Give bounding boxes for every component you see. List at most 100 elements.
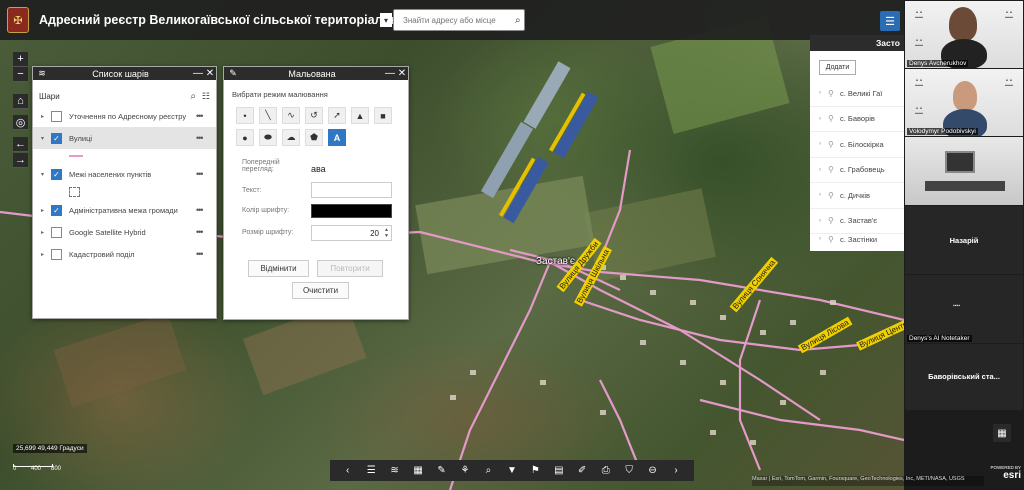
layers-icon[interactable]: ≋	[387, 465, 403, 476]
font-size-input[interactable]: 20 ▲ ▼	[311, 225, 392, 241]
cancel-button[interactable]: Відмінити	[248, 260, 309, 277]
cloud-tool-icon[interactable]: ☁	[282, 129, 300, 146]
font-size-stepper[interactable]: ▲ ▼	[384, 227, 389, 239]
list-item[interactable]: › ⚲ с. Застав'є	[810, 209, 904, 234]
query-icon[interactable]: ⚑	[527, 465, 543, 476]
text-input[interactable]	[311, 182, 392, 198]
expand-arrow-icon[interactable]: ›	[819, 90, 828, 96]
expand-arrow-icon[interactable]: ▸	[41, 229, 49, 236]
more-options-icon[interactable]: •••	[196, 111, 216, 121]
home-icon[interactable]: ⌂	[13, 94, 28, 109]
point-tool-icon[interactable]: •	[236, 107, 254, 124]
expand-right-icon[interactable]: ›	[668, 465, 684, 476]
layers-panel-header[interactable]: ≋ Список шарів — ✕	[33, 67, 216, 80]
layer-checkbox[interactable]	[51, 110, 62, 122]
search-input[interactable]	[403, 15, 513, 25]
rectangle-tool-icon[interactable]: ■	[374, 107, 392, 124]
bookmark-icon[interactable]: ⛉	[621, 465, 637, 476]
layer-checkbox[interactable]: ✓	[51, 168, 62, 180]
expand-arrow-icon[interactable]: ›	[819, 141, 828, 147]
add-button[interactable]: Додати	[819, 60, 856, 75]
legend-icon[interactable]: ☰	[363, 465, 379, 476]
search-icon[interactable]: ⌕	[190, 91, 196, 102]
participant-tile[interactable]: ▪▪▪▪ Denys's AI Notetaker	[905, 275, 1023, 343]
expand-arrow-icon[interactable]: ▸	[41, 251, 49, 258]
participant-tile[interactable]	[905, 137, 1023, 205]
layer-row[interactable]: ▸ Кадастровий поділ •••	[33, 243, 216, 265]
expand-arrow-icon[interactable]: ›	[819, 192, 828, 198]
layer-row[interactable]: ▸ Google Satellite Hybrid •••	[33, 221, 216, 243]
collapse-left-icon[interactable]: ‹	[340, 465, 356, 476]
settlement-name: с. Дичків	[840, 190, 871, 200]
minimize-icon[interactable]: —	[192, 68, 204, 79]
zoom-in-button[interactable]: +	[13, 52, 28, 67]
minimize-icon[interactable]: —	[384, 68, 396, 79]
zoom-out-button[interactable]: −	[13, 67, 28, 82]
more-options-icon[interactable]: •••	[196, 205, 216, 215]
ellipse-tool-icon[interactable]: ⬬	[259, 129, 277, 146]
list-item[interactable]: › ⚲ с. Дичків	[810, 183, 904, 209]
measure-icon[interactable]: ⚘	[457, 465, 473, 476]
esri-logo[interactable]: POWERED BY esri	[985, 465, 1021, 487]
search-icon[interactable]: ⌕	[515, 15, 521, 26]
expand-arrow-icon[interactable]: ▸	[41, 207, 49, 214]
filter-icon[interactable]: ▼	[504, 465, 520, 476]
expand-arrow-icon[interactable]: ▸	[41, 113, 49, 120]
search-icon[interactable]: ⌕	[480, 465, 496, 476]
curve-tool-icon[interactable]: ↺	[305, 107, 323, 124]
circle-tool-icon[interactable]: ●	[236, 129, 254, 146]
expand-arrow-icon[interactable]: ▾	[41, 135, 49, 142]
layer-row[interactable]: ▸ Уточнення по Адресному реєстру •••	[33, 105, 216, 127]
layer-checkbox[interactable]: ✓	[51, 132, 62, 144]
expand-arrow-icon[interactable]: ›	[819, 218, 828, 224]
participant-tile[interactable]: Баворівський ста...	[905, 344, 1023, 410]
arrow-tool-icon[interactable]: ➚	[328, 107, 346, 124]
list-item[interactable]: › ⚲ с. Застінки	[810, 234, 904, 244]
edit-icon[interactable]: ✐	[574, 465, 590, 476]
draw-panel-header[interactable]: ✎ Мальована — ✕	[224, 67, 408, 80]
expand-arrow-icon[interactable]: ›	[819, 167, 828, 173]
search-source-dropdown[interactable]: ▾	[380, 13, 392, 27]
list-item[interactable]: › ⚲ с. Білоскірка	[810, 132, 904, 158]
forward-extent-icon[interactable]: →	[13, 153, 28, 168]
widget-launcher-icon[interactable]: ☰	[880, 11, 900, 31]
more-options-icon[interactable]: •••	[196, 169, 216, 179]
layer-row[interactable]: ▸ ✓ Адміністративна межа громади •••	[33, 199, 216, 221]
list-item[interactable]: › ⚲ с. Грабовець	[810, 158, 904, 183]
filter-list-icon[interactable]: ☷	[202, 91, 210, 102]
layer-checkbox[interactable]	[51, 226, 62, 238]
widget-grid-icon[interactable]: ▦	[993, 424, 1011, 442]
line-tool-icon[interactable]: ╲	[259, 107, 277, 124]
back-extent-icon[interactable]: ←	[13, 137, 28, 152]
expand-arrow-icon[interactable]: ›	[819, 236, 828, 242]
more-options-icon[interactable]: •••	[196, 227, 216, 237]
more-options-icon[interactable]: •••	[196, 133, 216, 143]
participant-tile[interactable]: Назарій	[905, 206, 1023, 274]
draw-icon[interactable]: ✎	[434, 465, 450, 476]
more-options-icon[interactable]: •••	[196, 249, 216, 259]
text-tool-icon[interactable]: A	[328, 129, 346, 146]
redo-button[interactable]: Повторити	[317, 260, 383, 277]
list-item[interactable]: › ⚲ с. Баворів	[810, 107, 904, 132]
print-icon[interactable]: ⎙	[598, 465, 614, 476]
participant-tile[interactable]: ▲▲ ▬▬ ▲▲ ▬▬ ▲▲ ▬▬ Volodymyr Podobivskyi	[905, 69, 1023, 136]
layer-row[interactable]: ▾ ✓ Межі населених пунктів •••	[33, 163, 216, 185]
layer-row[interactable]: ▾ ✓ Вулиці •••	[33, 127, 216, 149]
layer-checkbox[interactable]: ✓	[51, 204, 62, 216]
report-icon[interactable]: ▤	[551, 465, 567, 476]
freehand-line-tool-icon[interactable]: ∿	[282, 107, 300, 124]
clear-button[interactable]: Очистити	[292, 282, 349, 299]
triangle-tool-icon[interactable]: ▲	[351, 107, 369, 124]
close-icon[interactable]: ✕	[396, 68, 408, 79]
minus-circle-icon[interactable]: ⊖	[645, 465, 661, 476]
expand-arrow-icon[interactable]: ▾	[41, 171, 49, 178]
freehand-polygon-tool-icon[interactable]: ⬟	[305, 129, 323, 146]
participant-tile[interactable]: ▲▲ ▬▬ ▲▲ ▬▬ ▲▲ ▬▬ Denys Avcherukhov	[905, 1, 1023, 68]
close-icon[interactable]: ✕	[204, 68, 216, 79]
font-color-picker[interactable]	[311, 204, 392, 218]
list-item[interactable]: › ⚲ с. Великі Гаї	[810, 81, 904, 107]
layer-checkbox[interactable]	[51, 248, 62, 260]
expand-arrow-icon[interactable]: ›	[819, 116, 828, 122]
basemap-gallery-icon[interactable]: ▦	[410, 465, 426, 476]
locate-icon[interactable]: ◎	[13, 115, 28, 130]
